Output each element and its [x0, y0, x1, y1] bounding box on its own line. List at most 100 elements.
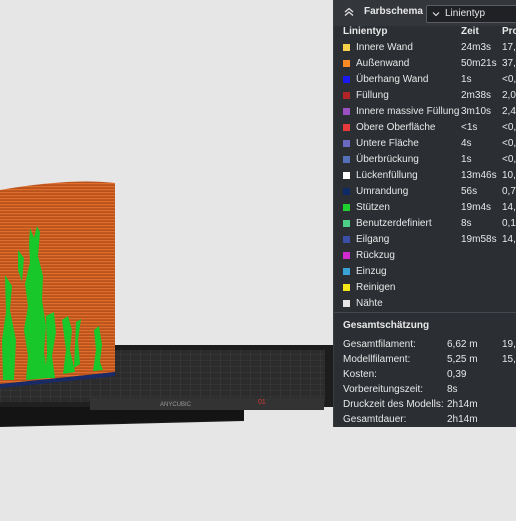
color-swatch [343, 300, 350, 307]
line-type-name: Überhang Wand [356, 74, 429, 85]
color-swatch [343, 236, 350, 243]
line-type-percent: <0, [502, 74, 516, 85]
line-type-name: Überbrückung [356, 154, 419, 165]
summary-value: 6,62 m [447, 339, 478, 350]
color-scheme-value: Linientyp [445, 8, 486, 19]
bed-number-label: 01 [258, 399, 266, 406]
line-type-name: Reinigen [356, 282, 396, 293]
legend-row[interactable]: Obere Oberfläche <1s <0, [334, 120, 516, 136]
summary-value: 0,39 [447, 369, 467, 380]
column-header-time: Zeit [461, 26, 479, 37]
line-type-name: Obere Oberfläche [356, 122, 436, 133]
color-swatch [343, 252, 350, 259]
line-type-time: 8s [461, 218, 472, 229]
color-swatch [343, 124, 350, 131]
legend-row[interactable]: Innere Wand 24m3s 17, [334, 40, 516, 56]
collapse-chevron-icon[interactable] [343, 6, 355, 18]
line-type-name: Rückzug [356, 250, 395, 261]
line-type-percent: 17, [502, 42, 516, 53]
legend-row[interactable]: Innere massive Füllung 3m10s 2,4 [334, 104, 516, 120]
line-type-name: Stützen [356, 202, 390, 213]
line-type-percent: 0,1 [502, 218, 516, 229]
summary-label: Kosten: [343, 369, 377, 380]
legend-header: Farbschema Linientyp [334, 0, 516, 26]
color-scheme-dropdown[interactable]: Linientyp [426, 5, 516, 23]
summary-label: Vorbereitungszeit: [343, 384, 424, 395]
line-type-name: Nähte [356, 298, 383, 309]
line-type-name: Innere massive Füllung [356, 106, 460, 117]
summary-value: 2h14m [447, 399, 478, 410]
line-type-name: Innere Wand [356, 42, 413, 53]
line-type-name: Außenwand [356, 58, 410, 69]
line-type-percent: 2,0 [502, 90, 516, 101]
color-swatch [343, 76, 350, 83]
line-type-name: Einzug [356, 266, 387, 277]
line-type-time: <1s [461, 122, 478, 133]
chevron-down-icon [432, 12, 440, 17]
line-type-time: 13m46s [461, 170, 497, 181]
legend-row[interactable]: Nähte [334, 296, 516, 312]
line-type-percent: 2,4 [502, 106, 516, 117]
color-swatch [343, 220, 350, 227]
summary-value: 8s [447, 384, 458, 395]
summary-title: Gesamtschätzung [343, 320, 430, 331]
line-type-percent: 14, [502, 234, 516, 245]
legend-panel: Farbschema Linientyp Linientyp Zeit Pro … [333, 0, 516, 427]
summary-value-secondary: 15,65 [502, 354, 516, 365]
legend-row[interactable]: Stützen 19m4s 14, [334, 200, 516, 216]
summary-label: Modellfilament: [343, 354, 411, 365]
line-type-time: 19m4s [461, 202, 492, 213]
line-type-time: 56s [461, 186, 478, 197]
line-type-name: Untere Fläche [356, 138, 419, 149]
line-type-time: 2m38s [461, 90, 492, 101]
summary-value: 5,25 m [447, 354, 478, 365]
summary-label: Gesamtfilament: [343, 339, 416, 350]
color-swatch [343, 92, 350, 99]
line-type-percent: 37, [502, 58, 516, 69]
line-type-percent: <0, [502, 154, 516, 165]
legend-row[interactable]: Umrandung 56s 0,7 [334, 184, 516, 200]
line-type-name: Füllung [356, 90, 389, 101]
color-swatch [343, 188, 350, 195]
line-type-percent: <0, [502, 122, 516, 133]
color-swatch [343, 268, 350, 275]
legend-row[interactable]: Untere Fläche 4s <0, [334, 136, 516, 152]
legend-row[interactable]: Lückenfüllung 13m46s 10, [334, 168, 516, 184]
legend-row[interactable]: Einzug [334, 264, 516, 280]
color-swatch [343, 60, 350, 67]
line-type-time: 19m58s [461, 234, 497, 245]
line-type-time: 24m3s [461, 42, 492, 53]
color-swatch [343, 140, 350, 147]
line-type-percent: 14, [502, 202, 516, 213]
color-swatch [343, 172, 350, 179]
line-type-time: 1s [461, 74, 472, 85]
line-type-percent: <0, [502, 138, 516, 149]
legend-row[interactable]: Füllung 2m38s 2,0 [334, 88, 516, 104]
line-type-time: 1s [461, 154, 472, 165]
legend-row[interactable]: Überbrückung 1s <0, [334, 152, 516, 168]
section-divider [334, 312, 516, 313]
color-swatch [343, 204, 350, 211]
line-type-name: Eilgang [356, 234, 390, 245]
line-type-name: Lückenfüllung [356, 170, 418, 181]
column-header-type: Linientyp [343, 26, 388, 37]
line-type-name: Umrandung [356, 186, 409, 197]
legend-row[interactable]: Benutzerdefiniert 8s 0,1 [334, 216, 516, 232]
line-type-time: 50m21s [461, 58, 497, 69]
legend-row[interactable]: Rückzug [334, 248, 516, 264]
line-type-percent: 0,7 [502, 186, 516, 197]
column-header-percent: Pro [502, 26, 516, 37]
color-swatch [343, 44, 350, 51]
legend-row[interactable]: Überhang Wand 1s <0, [334, 72, 516, 88]
line-type-time: 3m10s [461, 106, 492, 117]
line-type-percent: 10, [502, 170, 516, 181]
legend-row[interactable]: Reinigen [334, 280, 516, 296]
bed-brand-label: ANYCUBIC [160, 402, 192, 408]
line-type-time: 4s [461, 138, 472, 149]
legend-row[interactable]: Eilgang 19m58s 14, [334, 232, 516, 248]
summary-label: Druckzeit des Modells: [343, 399, 444, 410]
legend-row[interactable]: Außenwand 50m21s 37, [334, 56, 516, 72]
summary-value-secondary: 19,74 [502, 339, 516, 350]
summary-label: Gesamtdauer: [343, 414, 407, 425]
color-scheme-title: Farbschema [364, 6, 423, 17]
